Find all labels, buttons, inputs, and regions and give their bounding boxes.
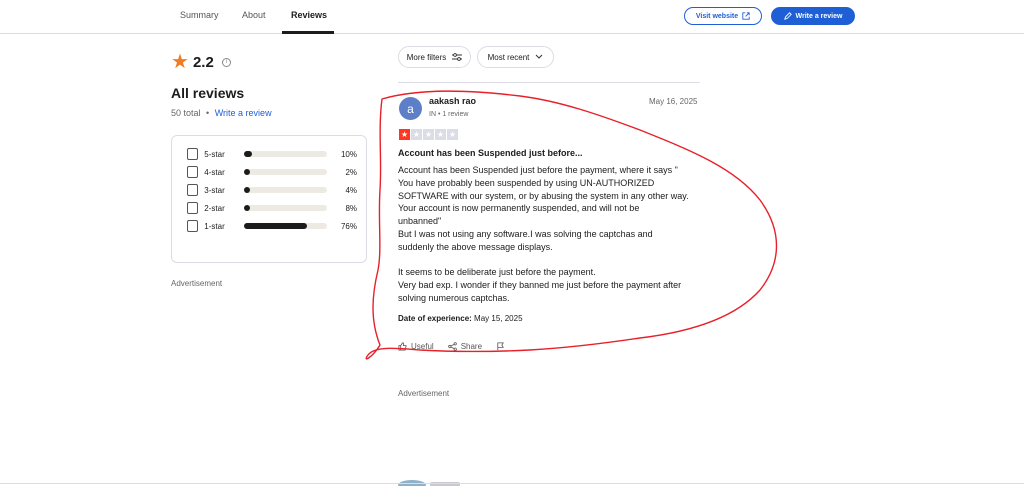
distribution-label: 1-star bbox=[204, 221, 225, 231]
star-icon: ★ bbox=[411, 129, 422, 140]
overall-rating: ★ 2.2 i bbox=[171, 52, 231, 72]
distribution-percent: 8% bbox=[345, 203, 357, 213]
distribution-bar bbox=[243, 187, 328, 193]
visit-website-label: Visit website bbox=[695, 12, 739, 20]
distribution-percent: 4% bbox=[345, 185, 357, 195]
review-author-meta: IN • 1 review bbox=[429, 111, 469, 118]
rating-value: 2.2 bbox=[192, 53, 214, 71]
distribution-bar-fill bbox=[243, 223, 308, 229]
distribution-row-5[interactable]: 5-star 10% bbox=[187, 147, 357, 161]
report-button[interactable] bbox=[496, 342, 505, 351]
checkbox[interactable] bbox=[187, 202, 199, 214]
useful-button[interactable]: Useful bbox=[398, 342, 434, 351]
tab-summary[interactable]: Summary bbox=[180, 10, 219, 20]
review-actions: Useful Share bbox=[398, 342, 505, 351]
sort-label: Most recent bbox=[487, 52, 530, 62]
review-author[interactable]: aakash rao bbox=[429, 96, 476, 106]
tab-about[interactable]: About bbox=[242, 10, 266, 20]
distribution-percent: 10% bbox=[340, 149, 357, 159]
advertisement-label: Advertisement bbox=[398, 389, 450, 398]
star-icon: ★ bbox=[171, 51, 189, 73]
active-tab-indicator bbox=[282, 31, 334, 34]
useful-label: Useful bbox=[411, 342, 434, 351]
experience-label: Date of experience: bbox=[398, 314, 472, 323]
checkbox[interactable] bbox=[187, 148, 199, 160]
distribution-row-2[interactable]: 2-star 8% bbox=[187, 201, 357, 215]
distribution-row-1[interactable]: 1-star 76% bbox=[187, 219, 357, 233]
more-filters-label: More filters bbox=[406, 52, 447, 62]
more-filters-button[interactable]: More filters bbox=[398, 46, 471, 68]
review-date: May 16, 2025 bbox=[649, 97, 698, 106]
share-label: Share bbox=[460, 342, 483, 351]
distribution-label: 5-star bbox=[204, 149, 225, 159]
write-review-label: Write a review bbox=[795, 12, 843, 20]
tab-reviews[interactable]: Reviews bbox=[291, 10, 327, 20]
info-icon[interactable]: i bbox=[221, 57, 231, 67]
checkbox[interactable] bbox=[187, 184, 199, 196]
reviews-total-line: 50 total • Write a review bbox=[171, 108, 272, 118]
star-icon: ★ bbox=[447, 129, 458, 140]
distribution-bar bbox=[243, 151, 328, 157]
distribution-label: 2-star bbox=[204, 203, 225, 213]
avatar[interactable]: a bbox=[399, 97, 422, 120]
star-icon: ★ bbox=[423, 129, 434, 140]
share-button[interactable]: Share bbox=[447, 342, 483, 351]
write-review-button[interactable]: Write a review bbox=[771, 7, 855, 25]
distribution-bar-fill bbox=[243, 187, 251, 193]
pencil-icon bbox=[783, 12, 792, 20]
distribution-row-3[interactable]: 3-star 4% bbox=[187, 183, 357, 197]
write-review-link[interactable]: Write a review bbox=[215, 108, 272, 118]
distribution-label: 4-star bbox=[204, 167, 225, 177]
distribution-bar bbox=[243, 205, 328, 211]
review-star-rating: ★ ★ ★ ★ ★ bbox=[399, 129, 458, 140]
checkbox[interactable] bbox=[187, 220, 199, 232]
review-title[interactable]: Account has been Suspended just before..… bbox=[398, 148, 583, 158]
distribution-bar-fill bbox=[243, 151, 253, 157]
distribution-row-4[interactable]: 4-star 2% bbox=[187, 165, 357, 179]
distribution-bar-fill bbox=[243, 205, 251, 211]
review-body: Account has been Suspended just before t… bbox=[398, 165, 689, 303]
chevron-down-icon bbox=[536, 54, 543, 59]
top-nav: Summary About Reviews Visit website Writ… bbox=[0, 0, 1024, 34]
visit-website-button[interactable]: Visit website bbox=[684, 7, 762, 25]
external-link-icon bbox=[742, 12, 750, 20]
sliders-icon bbox=[452, 53, 463, 61]
distribution-percent: 2% bbox=[345, 167, 357, 177]
flag-icon bbox=[497, 342, 504, 351]
advertisement-label: Advertisement bbox=[171, 279, 223, 288]
distribution-bar bbox=[243, 169, 328, 175]
reviews-total: 50 total bbox=[171, 108, 201, 118]
divider bbox=[398, 82, 700, 83]
checkbox[interactable] bbox=[187, 166, 199, 178]
distribution-percent: 76% bbox=[340, 221, 357, 231]
experience-date-line: Date of experience: May 15, 2025 bbox=[398, 314, 523, 323]
star-distribution: 5-star 10% 4-star 2% 3-star 4% 2-star 8%… bbox=[171, 135, 367, 263]
sort-dropdown[interactable]: Most recent bbox=[477, 46, 554, 68]
star-icon: ★ bbox=[435, 129, 446, 140]
distribution-label: 3-star bbox=[204, 185, 225, 195]
distribution-bar bbox=[243, 223, 328, 229]
divider bbox=[0, 483, 1024, 484]
share-icon bbox=[447, 342, 457, 351]
star-icon: ★ bbox=[399, 129, 410, 140]
reviews-heading: All reviews bbox=[171, 85, 245, 101]
thumbs-up-icon bbox=[398, 342, 407, 351]
separator-dot: • bbox=[206, 108, 210, 118]
distribution-bar-fill bbox=[243, 169, 251, 175]
experience-date: May 15, 2025 bbox=[474, 314, 523, 323]
